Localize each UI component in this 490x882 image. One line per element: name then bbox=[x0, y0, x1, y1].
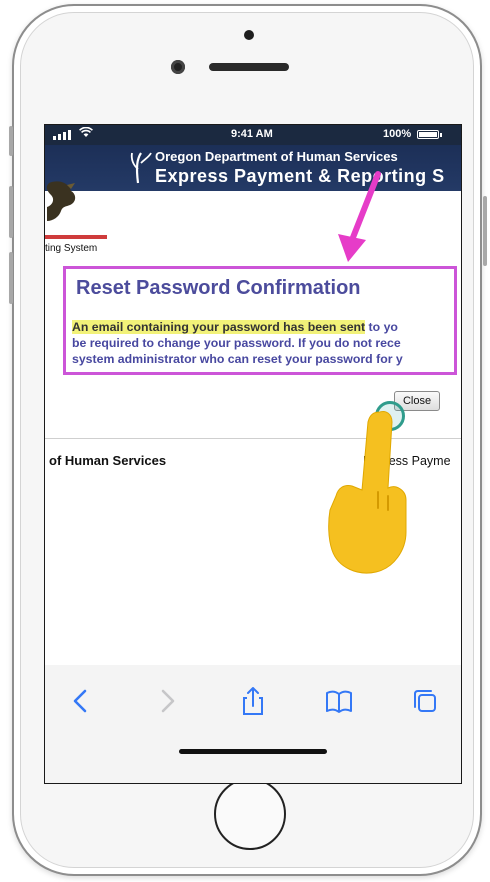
mute-switch bbox=[9, 126, 13, 156]
status-time: 9:41 AM bbox=[231, 128, 273, 140]
oregon-dhs-logo-icon bbox=[130, 152, 152, 184]
signal-icon bbox=[53, 128, 71, 140]
home-indicator bbox=[179, 749, 327, 754]
tabs-icon[interactable] bbox=[409, 685, 441, 717]
red-divider bbox=[45, 235, 107, 239]
battery-fill bbox=[419, 132, 437, 137]
dialog-message-line3: system administrator who can reset your … bbox=[72, 352, 403, 366]
eagle-logo-icon bbox=[46, 181, 76, 221]
wifi-icon bbox=[79, 126, 93, 141]
power-button bbox=[483, 196, 487, 266]
safari-toolbar bbox=[45, 665, 461, 783]
footer-department: of Human Services bbox=[49, 453, 167, 468]
share-icon[interactable] bbox=[237, 685, 269, 717]
footer-divider bbox=[45, 438, 461, 439]
site-subtitle: ting System bbox=[45, 243, 98, 254]
reset-password-dialog: Reset Password Confirmation An email con… bbox=[63, 266, 457, 375]
forward-icon[interactable] bbox=[151, 685, 183, 717]
header-system-name: Express Payment & Reporting S bbox=[155, 166, 445, 186]
dialog-title: Reset Password Confirmation bbox=[76, 277, 361, 299]
status-bar: 9:41 AM 100% bbox=[45, 125, 461, 145]
volume-down-button bbox=[9, 252, 13, 304]
front-camera bbox=[171, 60, 185, 74]
top-sensor bbox=[244, 30, 254, 40]
volume-up-button bbox=[9, 186, 13, 238]
footer-system: Express Payme bbox=[363, 454, 451, 468]
dialog-message-line1-rest: to yo bbox=[365, 320, 398, 334]
back-icon[interactable] bbox=[65, 685, 97, 717]
dialog-message-line1: An email containing your password has be… bbox=[72, 319, 454, 335]
earpiece-speaker bbox=[209, 63, 289, 71]
battery-percent: 100% bbox=[383, 128, 412, 140]
header-department-name: Oregon Department of Human Services bbox=[155, 149, 398, 164]
battery-icon bbox=[417, 130, 442, 139]
phone-screen: 9:41 AM 100% Oregon Department of Human … bbox=[44, 124, 462, 784]
bookmarks-icon[interactable] bbox=[323, 685, 355, 717]
dialog-message: An email containing your password has be… bbox=[72, 319, 454, 367]
dialog-message-line2: be required to change your password. If … bbox=[72, 336, 401, 350]
home-button[interactable] bbox=[214, 778, 286, 850]
highlighted-text: An email containing your password has be… bbox=[72, 320, 366, 334]
tap-indicator bbox=[375, 401, 405, 431]
site-header-banner: Oregon Department of Human Services Expr… bbox=[45, 145, 461, 191]
